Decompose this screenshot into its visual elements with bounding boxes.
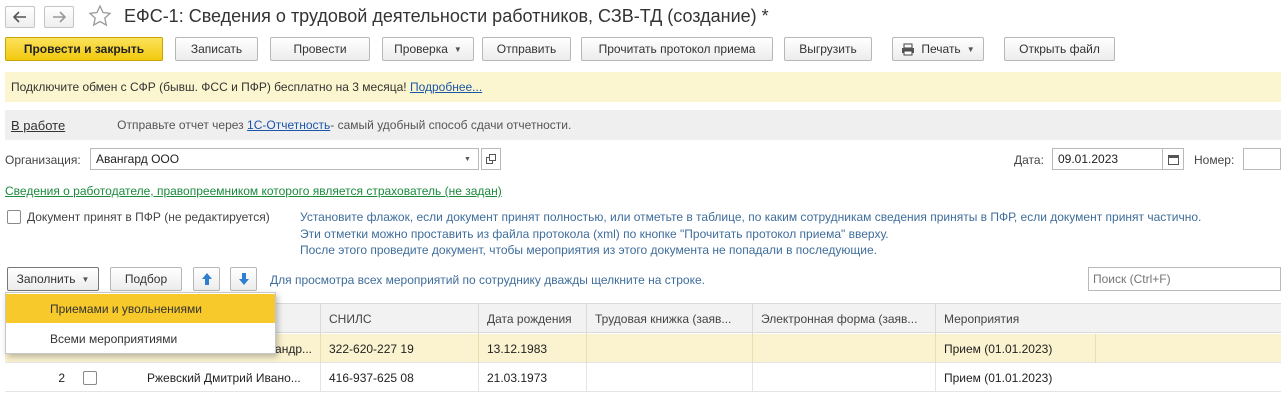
birth-date-cell: 13.12.1983 xyxy=(479,334,587,363)
favorite-star-button[interactable] xyxy=(88,4,112,31)
events-cell: Прием (01.01.2023) xyxy=(944,370,1053,385)
header-cell-workbook[interactable]: Трудовая книжка (заяв... xyxy=(587,304,753,334)
eform-cell xyxy=(753,363,936,392)
send-hint-suffix: - самый удобный способ сдачи отчетности. xyxy=(330,118,572,132)
header-cell-events[interactable]: Мероприятия xyxy=(936,304,1281,334)
fill-popup-menu: Приемами и увольнениями Всеми мероприяти… xyxy=(5,292,276,354)
number-label: Номер: xyxy=(1194,153,1235,167)
read-protocol-button[interactable]: Прочитать протокол приема xyxy=(581,37,773,61)
header-cell-birth[interactable]: Дата рождения xyxy=(479,304,587,334)
print-label: Печать xyxy=(921,42,961,56)
export-button[interactable]: Выгрузить xyxy=(784,37,872,61)
move-down-button[interactable] xyxy=(230,267,257,291)
accepted-checkbox[interactable] xyxy=(7,210,21,224)
save-button[interactable]: Записать xyxy=(175,37,258,61)
status-in-work[interactable]: В работе xyxy=(11,118,65,133)
birth-date-cell: 21.03.1973 xyxy=(479,363,587,392)
header-cell-snils[interactable]: СНИЛС xyxy=(321,304,479,334)
banner-more-link[interactable]: Подробнее... xyxy=(410,80,482,94)
caret-down-icon: ▼ xyxy=(464,155,471,163)
employee-name: Ржевский Дмитрий Ивано... xyxy=(139,363,321,392)
fill-dropdown-button[interactable]: Заполнить ▼ xyxy=(7,267,99,291)
search-input[interactable] xyxy=(1088,267,1281,291)
org-dropdown-button[interactable]: ▼ xyxy=(457,148,479,170)
arrow-right-icon xyxy=(53,11,66,23)
post-button[interactable]: Провести xyxy=(270,37,370,61)
open-file-button[interactable]: Открыть файл xyxy=(1004,37,1115,61)
window-title: ЕФС-1: Сведения о трудовой деятельности … xyxy=(124,6,769,26)
number-field[interactable] xyxy=(1243,148,1281,170)
workbook-cell xyxy=(587,334,753,363)
menu-item-all-events[interactable]: Всеми мероприятиями xyxy=(6,324,275,353)
menu-item-hires-dismissals[interactable]: Приемами и увольнениями xyxy=(6,294,275,323)
document-status-bar: В работе Отправьте отчет через 1С-Отчетн… xyxy=(5,110,1281,140)
caret-down-icon: ▼ xyxy=(453,44,462,54)
send-hint-prefix: Отправьте отчет через xyxy=(117,118,244,132)
row-accepted-checkbox[interactable] xyxy=(83,370,97,385)
accepted-label: Документ принят в ПФР (не редактируется) xyxy=(27,210,270,224)
post-and-close-button[interactable]: Провести и закрыть xyxy=(5,37,163,61)
hint-line-3: После этого проведите документ, чтобы ме… xyxy=(300,243,877,257)
arrow-down-icon xyxy=(238,273,249,285)
employer-info-link[interactable]: Сведения о работодателе, правопреемником… xyxy=(5,184,502,198)
arrow-up-icon xyxy=(201,273,212,285)
events-cell: Прием (01.01.2023) xyxy=(936,334,1096,363)
hint-line-2: Эти отметки можно проставить из файла пр… xyxy=(300,226,889,241)
eform-cell xyxy=(753,334,936,363)
org-label: Организация: xyxy=(5,153,81,167)
send-button[interactable]: Отправить xyxy=(482,37,571,61)
back-button[interactable] xyxy=(5,6,35,28)
check-label: Проверка xyxy=(394,42,448,56)
snils-cell: 416-937-625 08 xyxy=(321,363,479,392)
forward-button[interactable] xyxy=(44,6,74,28)
print-dropdown-button[interactable]: Печать ▼ xyxy=(892,37,984,61)
banner-text: Подключите обмен с СФР (бывш. ФСС и ПФР)… xyxy=(11,80,407,94)
caret-down-icon: ▼ xyxy=(81,274,90,284)
calendar-button[interactable] xyxy=(1162,148,1184,170)
1c-reporting-link[interactable]: 1С-Отчетность xyxy=(247,118,330,132)
spare-cell xyxy=(1096,334,1281,363)
row-number: 2 xyxy=(58,370,65,385)
row-accepted-cell xyxy=(75,363,115,392)
star-icon xyxy=(88,4,112,27)
check-dropdown-button[interactable]: Проверка ▼ xyxy=(382,37,474,61)
move-up-button[interactable] xyxy=(193,267,220,291)
date-label: Дата: xyxy=(1014,153,1044,167)
printer-icon xyxy=(902,43,915,55)
header-cell-eform[interactable]: Электронная форма (заяв... xyxy=(753,304,936,334)
calendar-icon xyxy=(1167,154,1179,165)
caret-down-icon: ▼ xyxy=(966,44,975,54)
hint-line-1: Установите флажок, если документ принят … xyxy=(300,210,1202,224)
workbook-cell xyxy=(587,363,753,392)
organization-field[interactable]: Авангард ООО xyxy=(90,148,478,170)
open-object-icon xyxy=(486,154,496,164)
promo-banner: Подключите обмен с СФР (бывш. ФСС и ПФР)… xyxy=(5,72,1281,102)
org-open-button[interactable] xyxy=(481,148,501,170)
fill-label: Заполнить xyxy=(16,272,76,286)
select-button[interactable]: Подбор xyxy=(110,267,182,291)
arrow-left-icon xyxy=(13,11,26,23)
snils-cell: 322-620-227 19 xyxy=(321,334,479,363)
table-hint: Для просмотра всех мероприятий по сотруд… xyxy=(270,273,705,287)
table-row[interactable]: 2 Ржевский Дмитрий Ивано... 416-937-625 … xyxy=(5,363,1281,392)
